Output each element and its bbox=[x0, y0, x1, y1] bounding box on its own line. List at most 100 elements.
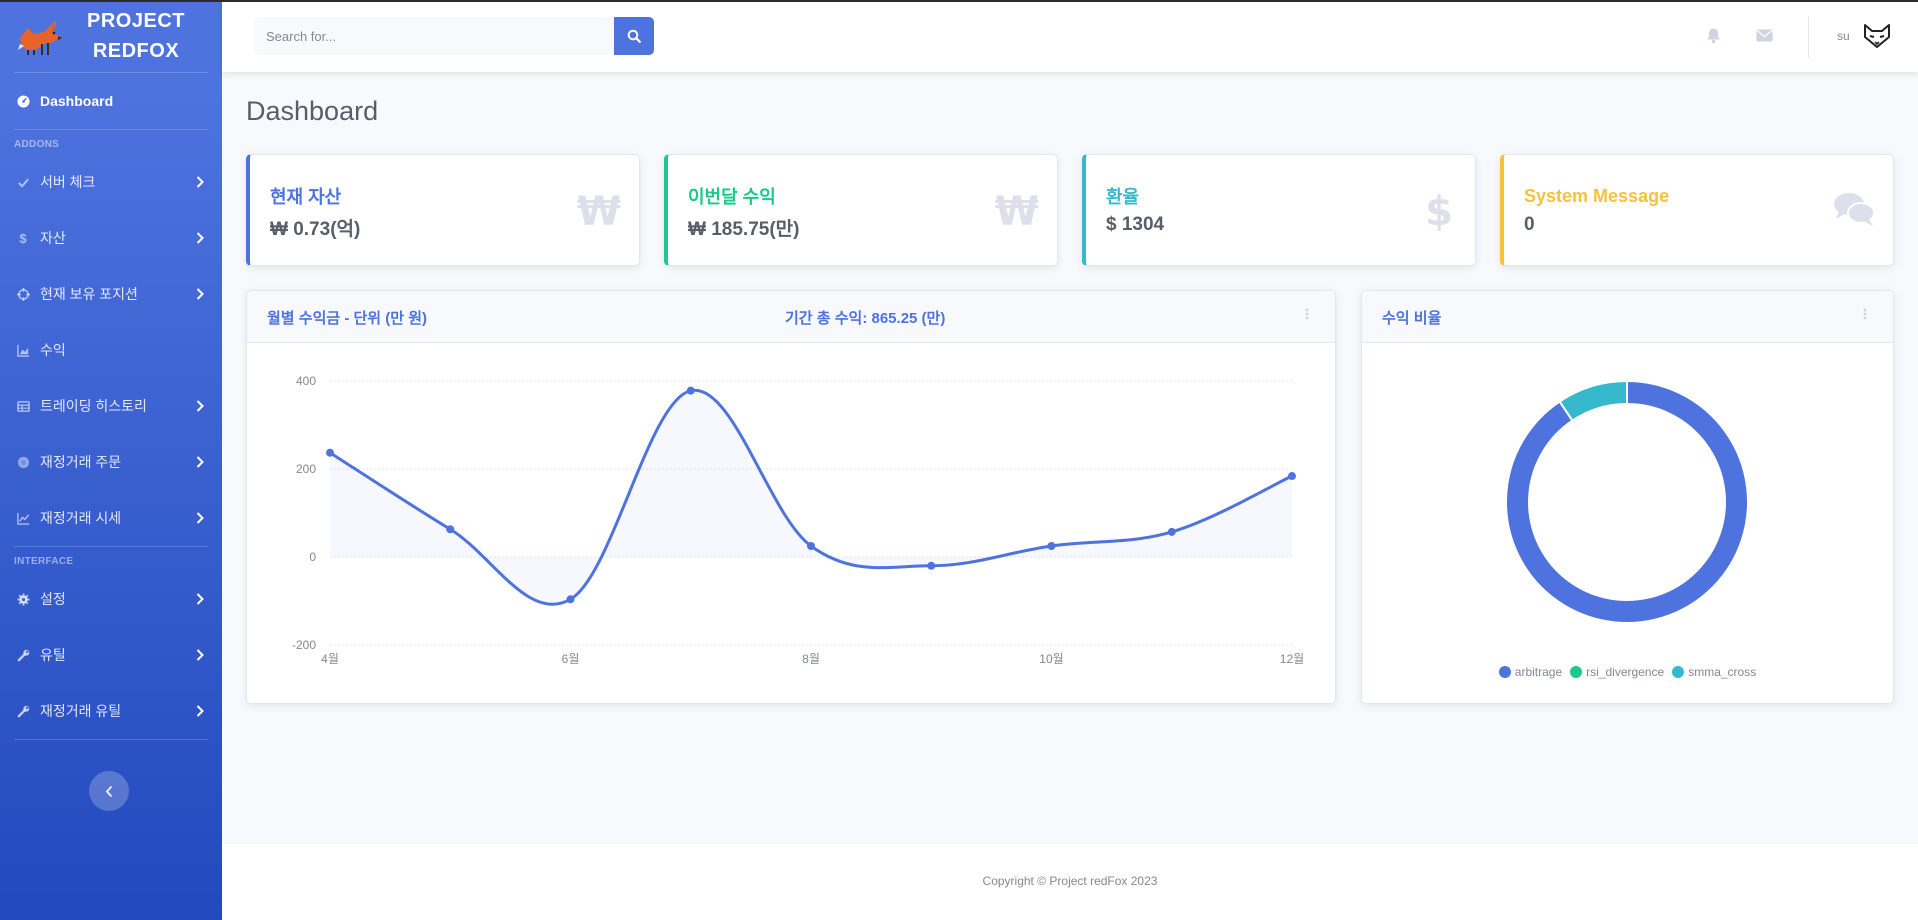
copyright-text: Copyright © Project redFox 2023 bbox=[982, 874, 1158, 888]
sidebar-item-server-check[interactable]: 서버 체크 bbox=[0, 154, 222, 210]
legend-label: arbitrage bbox=[1514, 665, 1563, 679]
sidebar-item-label: 재정거래 시세 bbox=[40, 510, 122, 526]
sidebar-item-label: 설정 bbox=[40, 591, 66, 607]
sidebar-item-positions[interactable]: 현재 보유 포지션 bbox=[0, 266, 222, 322]
data-point bbox=[1288, 472, 1296, 481]
y-tick-label: 200 bbox=[296, 462, 316, 476]
circle-icon bbox=[14, 456, 32, 469]
brand-line-1: PROJECT bbox=[87, 10, 185, 32]
doughnut-slice-arbitrage bbox=[1505, 379, 1749, 624]
comments-icon bbox=[1834, 193, 1875, 226]
topbar-divider bbox=[1808, 16, 1809, 58]
period-total-profit: 기간 총 수익: 865.25 (만) bbox=[785, 310, 946, 327]
chevron-right-icon bbox=[196, 649, 204, 661]
data-point bbox=[686, 386, 695, 395]
legend-item[interactable]: arbitrage bbox=[1498, 665, 1563, 679]
data-point bbox=[326, 448, 334, 457]
topbar: su bbox=[222, 2, 1918, 72]
sidebar-item-label: 유틸 bbox=[40, 647, 66, 663]
sidebar-item-label: 수익 bbox=[40, 342, 66, 358]
chart-area-icon bbox=[14, 344, 32, 357]
sidebar-heading-interface: INTERFACE bbox=[14, 556, 74, 567]
legend-item[interactable]: rsi_divergence bbox=[1570, 665, 1664, 679]
stat-card-current-assets: 현재 자산 ₩ 0.73(억) ₩ bbox=[246, 154, 640, 266]
stat-card-system-message: System Message 0 bbox=[1500, 154, 1894, 266]
card-header: 월별 수익금 - 단위 (만 원) 기간 총 수익: 865.25 (만) bbox=[247, 291, 1335, 343]
footer: Copyright © Project redFox 2023 bbox=[222, 844, 1918, 920]
card-header: 수익 비율 bbox=[1362, 291, 1893, 343]
won-icon: ₩ bbox=[576, 189, 621, 235]
sidebar-item-label: 서버 체크 bbox=[40, 174, 96, 190]
x-tick-label: 6월 bbox=[562, 652, 580, 666]
chart-legend: arbitrage rsi_divergence smma_cross bbox=[1362, 665, 1893, 679]
sidebar-item-label: 자산 bbox=[40, 230, 66, 246]
stat-label: System Message bbox=[1524, 186, 1670, 206]
brand-line-2: REDFOX bbox=[92, 40, 180, 62]
user-name[interactable]: su bbox=[1837, 29, 1850, 43]
profit-ratio-chart-card: 수익 비율 arbitrage rsi_divergence smma_cross bbox=[1361, 290, 1894, 704]
stat-value: ₩ 185.75(만) bbox=[688, 219, 800, 240]
chart-line-icon bbox=[14, 512, 32, 525]
chevron-right-icon bbox=[196, 456, 204, 468]
ellipsis-vertical-icon[interactable] bbox=[1863, 307, 1867, 321]
table-icon bbox=[14, 400, 32, 413]
check-icon bbox=[14, 176, 32, 189]
won-icon: ₩ bbox=[994, 189, 1039, 235]
x-tick-label: 4월 bbox=[321, 652, 339, 666]
stat-label: 현재 자산 bbox=[270, 187, 342, 207]
sidebar-item-dashboard[interactable]: Dashboard bbox=[0, 73, 222, 129]
wrench-icon bbox=[14, 705, 32, 718]
search-group bbox=[254, 17, 654, 55]
chevron-right-icon bbox=[196, 512, 204, 524]
chevron-right-icon bbox=[196, 288, 204, 300]
series-area bbox=[330, 390, 1292, 605]
legend-item[interactable]: smma_cross bbox=[1672, 665, 1756, 679]
bell-icon[interactable] bbox=[1706, 27, 1721, 44]
stat-value: 0 bbox=[1524, 214, 1535, 235]
chevron-right-icon bbox=[196, 593, 204, 605]
y-tick-label: 0 bbox=[309, 550, 316, 564]
sidebar-item-settings[interactable]: 설정 bbox=[0, 571, 222, 627]
search-button[interactable] bbox=[614, 17, 654, 55]
sidebar-item-label: 재정거래 주문 bbox=[40, 454, 122, 470]
profit-ratio-doughnut-chart bbox=[1505, 379, 1749, 624]
series-line bbox=[329, 389, 1293, 606]
card-title: 월별 수익금 - 단위 (만 원) bbox=[267, 310, 428, 327]
fox-logo-icon bbox=[18, 20, 62, 55]
crosshairs-icon bbox=[14, 287, 32, 301]
sidebar-divider bbox=[14, 739, 208, 740]
sidebar-item-arb-utils[interactable]: 재정거래 유틸 bbox=[0, 683, 222, 739]
sidebar-item-profit[interactable]: 수익 bbox=[0, 322, 222, 378]
data-point bbox=[566, 595, 575, 604]
chevron-right-icon bbox=[196, 400, 204, 412]
legend-label: rsi_divergence bbox=[1586, 665, 1665, 679]
sidebar-item-utils[interactable]: 유틸 bbox=[0, 627, 222, 683]
avatar[interactable] bbox=[1862, 22, 1892, 50]
search-input[interactable] bbox=[254, 17, 614, 55]
chevron-left-icon bbox=[105, 785, 112, 797]
page-title: Dashboard bbox=[246, 96, 379, 126]
chevron-right-icon bbox=[196, 232, 204, 244]
sidebar-brand[interactable]: PROJECT REDFOX bbox=[0, 0, 222, 72]
cog-icon bbox=[14, 592, 32, 606]
ellipsis-vertical-icon[interactable] bbox=[1305, 307, 1309, 321]
dollar-icon: $ bbox=[19, 230, 27, 246]
sidebar-toggle-button[interactable] bbox=[89, 771, 129, 811]
card-title: 수익 비율 bbox=[1382, 310, 1442, 327]
stat-card-monthly-profit: 이번달 수익 ₩ 185.75(만) ₩ bbox=[664, 154, 1058, 266]
sidebar-item-assets[interactable]: $ 자산 bbox=[0, 210, 222, 266]
search-icon bbox=[627, 29, 641, 43]
window-top-border bbox=[0, 0, 1918, 2]
x-tick-label: 10월 bbox=[1039, 652, 1063, 666]
sidebar-item-trading-history[interactable]: 트레이딩 히스토리 bbox=[0, 378, 222, 434]
chevron-right-icon bbox=[196, 176, 204, 188]
sidebar-item-label: 트레이딩 히스토리 bbox=[40, 398, 147, 414]
stat-value: $ 1304 bbox=[1106, 214, 1165, 235]
doughnut-slice-smma_cross bbox=[1558, 379, 1628, 422]
sidebar-item-label: 재정거래 유틸 bbox=[40, 703, 122, 719]
envelope-icon[interactable] bbox=[1756, 29, 1773, 42]
stat-label: 환율 bbox=[1106, 187, 1140, 207]
sidebar-item-arb-prices[interactable]: 재정거래 시세 bbox=[0, 490, 222, 546]
stat-label: 이번달 수익 bbox=[688, 187, 776, 207]
sidebar-item-arb-orders[interactable]: 재정거래 주문 bbox=[0, 434, 222, 490]
